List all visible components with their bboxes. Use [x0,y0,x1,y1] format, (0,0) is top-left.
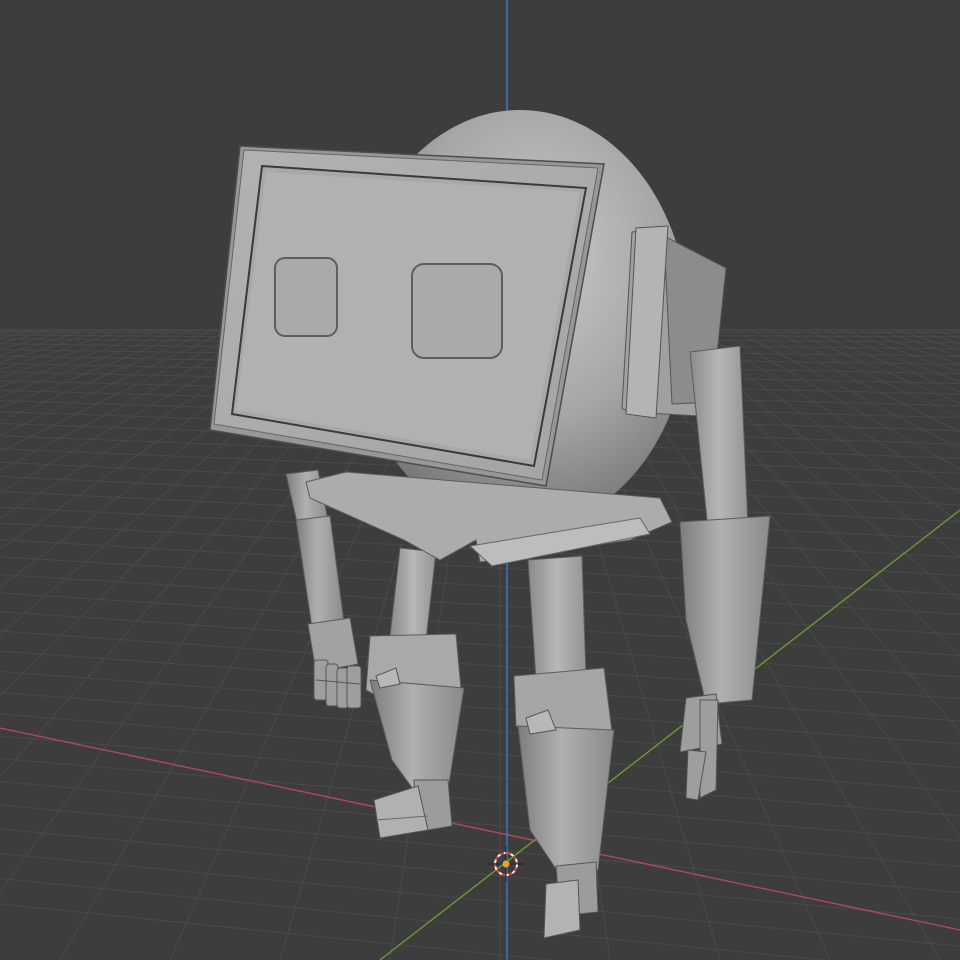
viewport-canvas[interactable] [0,0,960,960]
screen-face [209,145,605,487]
right-hand [679,693,723,801]
left-eye [274,257,338,337]
right-eye [411,263,503,359]
3d-viewport[interactable] [0,0,960,960]
